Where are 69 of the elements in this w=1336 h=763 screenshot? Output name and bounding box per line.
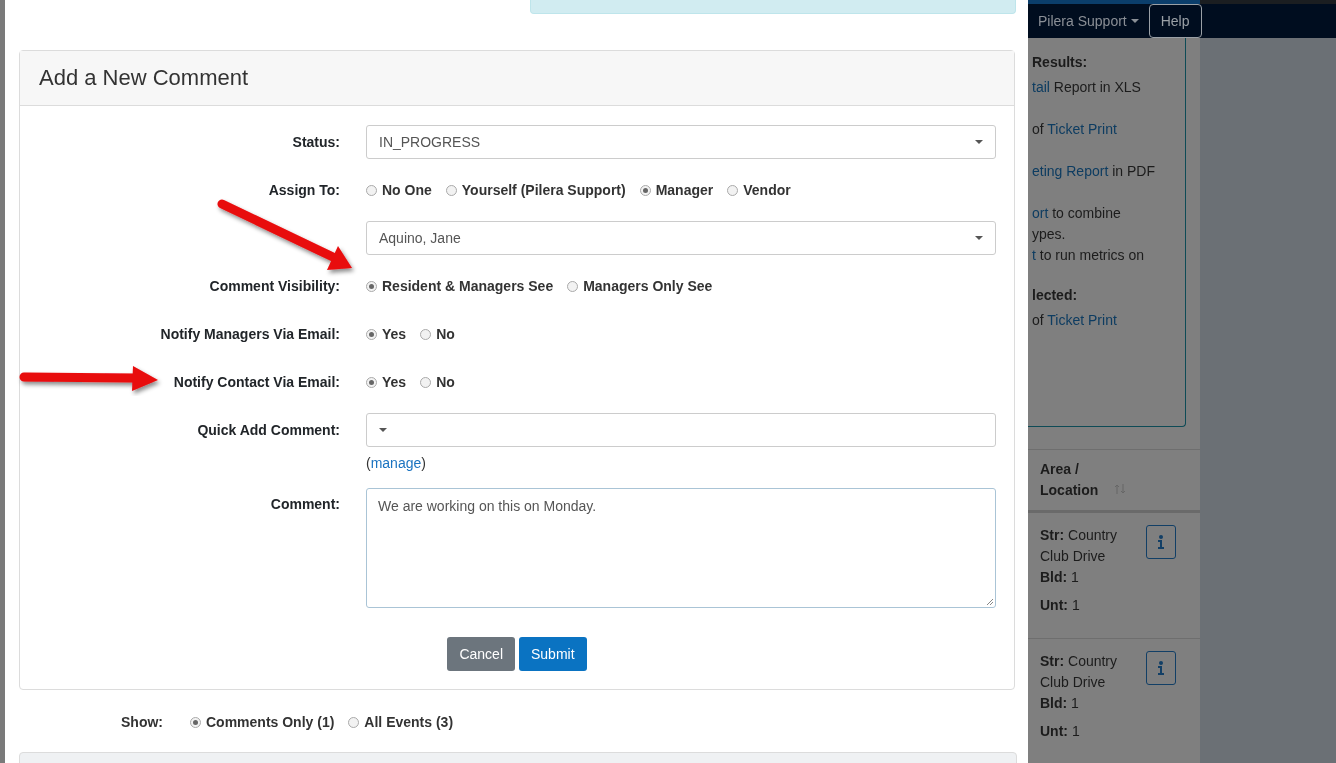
caret-icon: [975, 236, 983, 240]
radio-label[interactable]: Yourself (Pilera Support): [461, 182, 626, 198]
panel-text: to run metrics on: [1038, 247, 1145, 263]
radio-button[interactable]: [366, 328, 377, 340]
info-icon: [1158, 661, 1164, 675]
field-label: Quick Add Comment:: [197, 422, 340, 438]
radio-label[interactable]: Yes: [382, 326, 407, 342]
field-label: Comment:: [270, 496, 340, 512]
card-title: Add a New Comment: [39, 65, 249, 91]
select-field[interactable]: [366, 413, 996, 447]
caret-icon: [975, 140, 983, 144]
radio-label[interactable]: Vendor: [743, 182, 791, 198]
table-cell-text: Str: Country Club Drive: [1040, 526, 1119, 566]
info-button[interactable]: [1146, 651, 1176, 685]
submit-button[interactable]: Submit: [519, 637, 587, 671]
info-button[interactable]: [1146, 525, 1176, 559]
caret-icon: [1130, 19, 1139, 23]
field-label: Notify Contact Via Email:: [173, 374, 340, 390]
sort-icon[interactable]: [1114, 484, 1126, 494]
panel-text: of: [1032, 121, 1045, 137]
radio-button[interactable]: [366, 376, 377, 388]
radio-label[interactable]: Manager: [655, 182, 714, 198]
paren-text: ): [421, 455, 426, 471]
radio-label[interactable]: Resident & Managers See: [382, 278, 554, 294]
table-cell-text: Bld: 1: [1040, 694, 1080, 713]
table-cell-text: Unt: 1: [1040, 596, 1081, 615]
radio-button[interactable]: [420, 328, 432, 340]
section-heading: Results:: [1032, 54, 1089, 70]
panel-text: in PDF: [1111, 163, 1155, 179]
column-header[interactable]: Area / Location: [1040, 459, 1102, 501]
info-icon: [1158, 535, 1164, 549]
field-label: Assign To:: [268, 182, 340, 198]
radio-label[interactable]: Yes: [382, 374, 407, 390]
radio-label[interactable]: Managers Only See: [583, 278, 713, 294]
paren-text: (: [366, 455, 371, 471]
comment-field[interactable]: We are working on this on Monday.: [366, 488, 996, 608]
field-label: Notify Managers Via Email:: [160, 326, 340, 342]
panel-text: of: [1032, 312, 1045, 328]
table-cell-text: Str: Country Club Drive: [1040, 652, 1119, 692]
panel-text: ypes.: [1032, 226, 1066, 242]
radio-button[interactable]: [366, 280, 377, 292]
radio-button[interactable]: [420, 376, 432, 388]
manage-link[interactable]: manage: [370, 455, 422, 471]
field-label: Comment Visibility:: [209, 278, 340, 294]
radio-label[interactable]: All Events (3): [364, 714, 454, 730]
select-field[interactable]: Aquino, Jane: [366, 221, 996, 255]
table-cell-text: Bld: 1: [1040, 568, 1080, 587]
radio-button[interactable]: [190, 716, 201, 728]
radio-label[interactable]: Comments Only (1): [206, 714, 335, 730]
radio-label[interactable]: No: [436, 374, 455, 390]
section-heading: lected:: [1032, 287, 1079, 303]
field-label: Status:: [292, 134, 340, 150]
radio-button[interactable]: [567, 280, 579, 292]
radio-button[interactable]: [639, 184, 651, 196]
radio-button[interactable]: [445, 184, 457, 196]
radio-label[interactable]: No: [436, 326, 455, 342]
radio-button[interactable]: [348, 716, 360, 728]
caret-icon: [379, 428, 387, 432]
user-menu[interactable]: Pilera Support: [1038, 13, 1127, 29]
radio-label[interactable]: No One: [382, 182, 432, 198]
radio-button[interactable]: [727, 184, 739, 196]
table-cell-text: Unt: 1: [1040, 722, 1081, 741]
cancel-button[interactable]: Cancel: [447, 637, 515, 671]
resize-grip-icon: [986, 598, 993, 605]
panel-text: to combine: [1051, 205, 1121, 221]
radio-button[interactable]: [366, 184, 377, 196]
panel-text: Report in XLS: [1052, 79, 1141, 95]
show-label: Show:: [120, 714, 163, 730]
select-field[interactable]: IN_PROGRESS: [366, 125, 996, 159]
